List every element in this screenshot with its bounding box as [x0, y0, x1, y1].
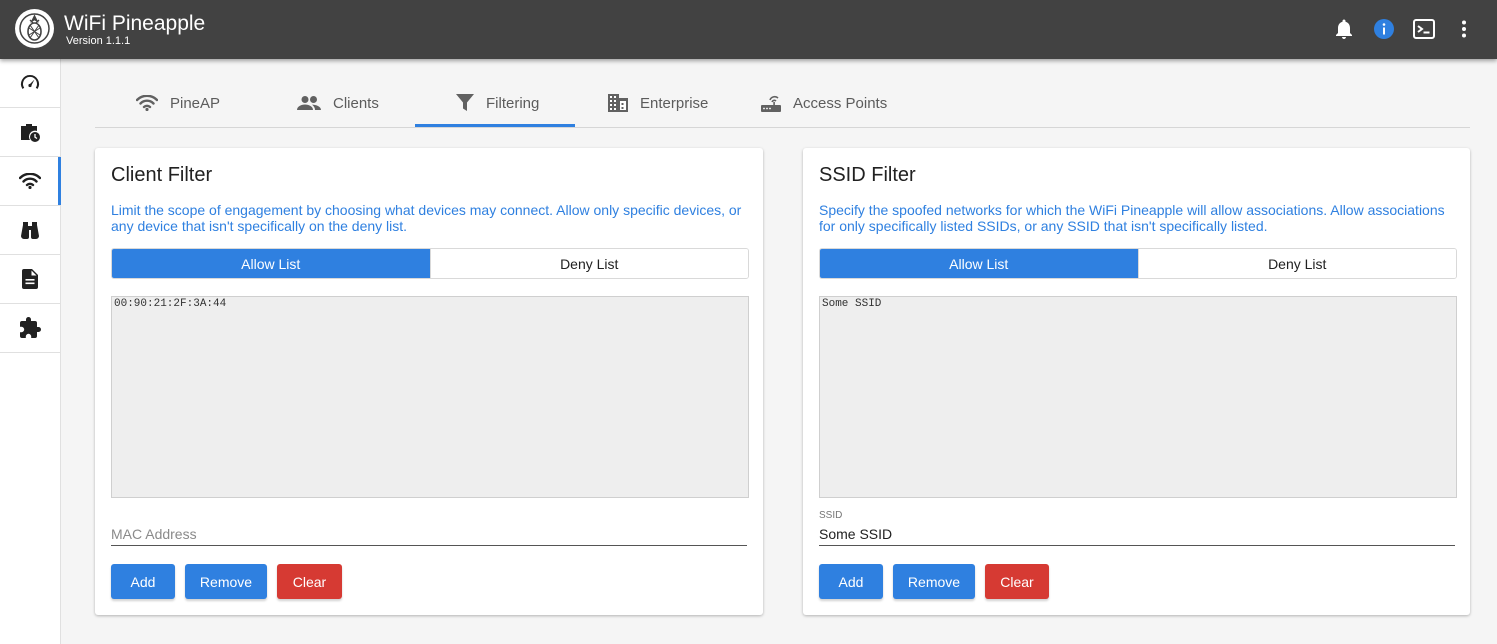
- ssid-filter-card: SSID Filter Specify the spoofed networks…: [803, 148, 1470, 615]
- recon-binoculars-icon: [21, 222, 39, 239]
- card-description: Specify the spoofed networks for which t…: [819, 202, 1445, 234]
- sidebar: [0, 59, 61, 644]
- wifi-icon: [19, 173, 41, 189]
- ssid-filter-mode-toggle: Allow List Deny List: [819, 248, 1457, 279]
- wifi-icon: [136, 95, 158, 111]
- app-header: WiFi Pineapple Version 1.1.1: [0, 0, 1497, 59]
- pineapple-logo-icon[interactable]: [15, 9, 54, 48]
- dashboard-icon: [20, 74, 40, 89]
- sidebar-item-pineap[interactable]: [0, 157, 61, 206]
- allow-list-button[interactable]: Allow List: [112, 249, 430, 278]
- tab-enterprise[interactable]: Enterprise: [608, 79, 708, 127]
- tab-label: Filtering: [486, 94, 540, 112]
- active-tab-indicator: [415, 124, 575, 127]
- ssid-input[interactable]: [819, 526, 1455, 542]
- remove-button[interactable]: Remove: [185, 564, 267, 599]
- tab-filtering[interactable]: Filtering: [456, 79, 539, 127]
- more-vert-icon[interactable]: [1451, 16, 1477, 42]
- card-description: Limit the scope of engagement by choosin…: [111, 202, 742, 234]
- add-button[interactable]: Add: [111, 564, 175, 599]
- tab-access-points[interactable]: Access Points: [761, 79, 887, 127]
- ssid-filter-list[interactable]: Some SSID: [819, 296, 1457, 498]
- ssid-field-label: SSID: [819, 510, 843, 521]
- campaigns-icon: [21, 124, 40, 142]
- tab-label: PineAP: [170, 94, 221, 112]
- ssid-field: SSID: [819, 510, 1455, 546]
- client-filter-list[interactable]: 00:90:21:2F:3A:44: [111, 296, 749, 498]
- deny-list-button[interactable]: Deny List: [1137, 249, 1456, 278]
- sidebar-item-recon[interactable]: [0, 206, 60, 255]
- app-version: Version 1.1.1: [66, 35, 131, 47]
- notifications-icon[interactable]: [1331, 16, 1357, 42]
- tab-clients[interactable]: Clients: [297, 79, 379, 127]
- client-filter-card: Client Filter Limit the scope of engagem…: [95, 148, 763, 615]
- filter-icon: [456, 94, 474, 111]
- mac-address-field: [111, 510, 747, 546]
- logs-icon: [22, 269, 38, 289]
- clear-button[interactable]: Clear: [985, 564, 1049, 599]
- people-icon: [297, 96, 321, 110]
- tab-label: Enterprise: [640, 94, 709, 112]
- building-icon: [608, 94, 628, 112]
- tab-label: Access Points: [793, 94, 888, 112]
- modules-puzzle-icon: [20, 317, 41, 338]
- sidebar-item-modules[interactable]: [0, 304, 60, 353]
- app-title: WiFi Pineapple: [64, 12, 206, 35]
- sidebar-item-campaigns[interactable]: [0, 108, 60, 157]
- info-icon[interactable]: [1371, 16, 1397, 42]
- terminal-icon[interactable]: [1411, 16, 1437, 42]
- tab-label: Clients: [333, 94, 379, 112]
- clear-button[interactable]: Clear: [277, 564, 342, 599]
- card-title: Client Filter: [111, 164, 213, 186]
- sidebar-item-dashboard[interactable]: [0, 59, 60, 108]
- client-filter-mode-toggle: Allow List Deny List: [111, 248, 749, 279]
- card-title: SSID Filter: [819, 164, 916, 186]
- tab-pineap[interactable]: PineAP: [136, 79, 220, 127]
- sidebar-item-logs[interactable]: [0, 255, 60, 304]
- allow-list-button[interactable]: Allow List: [820, 249, 1138, 278]
- remove-button[interactable]: Remove: [893, 564, 975, 599]
- router-icon: [761, 95, 781, 112]
- add-button[interactable]: Add: [819, 564, 883, 599]
- mac-address-input[interactable]: [111, 526, 747, 542]
- filter-tabs: PineAP Clients Filtering Enterprise Acce…: [95, 79, 1470, 128]
- deny-list-button[interactable]: Deny List: [429, 249, 748, 278]
